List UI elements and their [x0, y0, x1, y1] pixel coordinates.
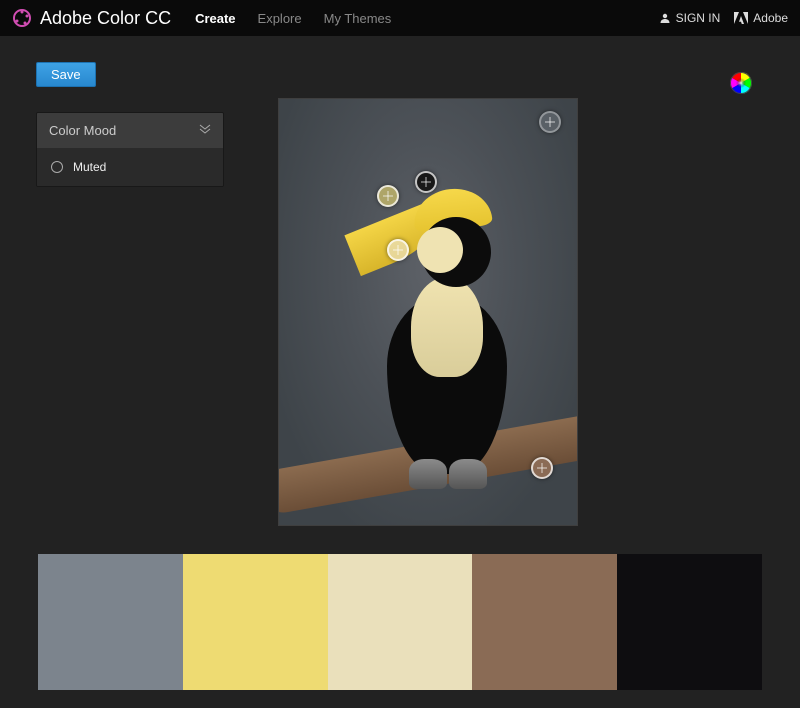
color-wheel-icon [730, 72, 752, 94]
image-canvas[interactable] [278, 98, 578, 526]
adobe-label: Adobe [753, 11, 788, 25]
main-area: Save Color Mood [0, 36, 800, 708]
color-sample-point[interactable] [415, 171, 437, 193]
user-icon [659, 12, 671, 24]
panel-title: Color Mood [49, 123, 116, 138]
adobe-icon [734, 12, 748, 24]
color-sample-point[interactable] [531, 457, 553, 479]
adobe-link[interactable]: Adobe [734, 11, 788, 25]
swatch[interactable] [38, 554, 183, 690]
sign-in-label: SIGN IN [676, 11, 721, 25]
color-sample-point[interactable] [387, 239, 409, 261]
color-sample-point[interactable] [377, 185, 399, 207]
app-logo-icon [12, 8, 32, 28]
nav-tab-create[interactable]: Create [195, 11, 235, 26]
header-right: SIGN IN Adobe [659, 11, 788, 25]
color-sample-point[interactable] [539, 111, 561, 133]
save-button[interactable]: Save [36, 62, 96, 87]
app-header: Adobe Color CC Create Explore My Themes … [0, 0, 800, 36]
swatch[interactable] [472, 554, 617, 690]
swatch[interactable] [183, 554, 328, 690]
palette-swatches [38, 554, 762, 690]
sign-in-link[interactable]: SIGN IN [659, 11, 721, 25]
chevron-down-icon [199, 124, 211, 137]
color-wheel-button[interactable] [730, 72, 752, 94]
color-mood-panel: Color Mood Muted [36, 112, 224, 187]
mood-option-label: Muted [73, 160, 106, 174]
mood-option-muted[interactable]: Muted [37, 148, 223, 186]
radio-icon [51, 161, 63, 173]
nav-tab-my-themes[interactable]: My Themes [324, 11, 392, 26]
color-mood-header[interactable]: Color Mood [37, 113, 223, 148]
swatch[interactable] [617, 554, 762, 690]
nav-tab-explore[interactable]: Explore [258, 11, 302, 26]
illustration-bird [339, 159, 519, 489]
swatch[interactable] [328, 554, 473, 690]
app-title: Adobe Color CC [40, 8, 171, 29]
nav-tabs: Create Explore My Themes [195, 11, 391, 26]
